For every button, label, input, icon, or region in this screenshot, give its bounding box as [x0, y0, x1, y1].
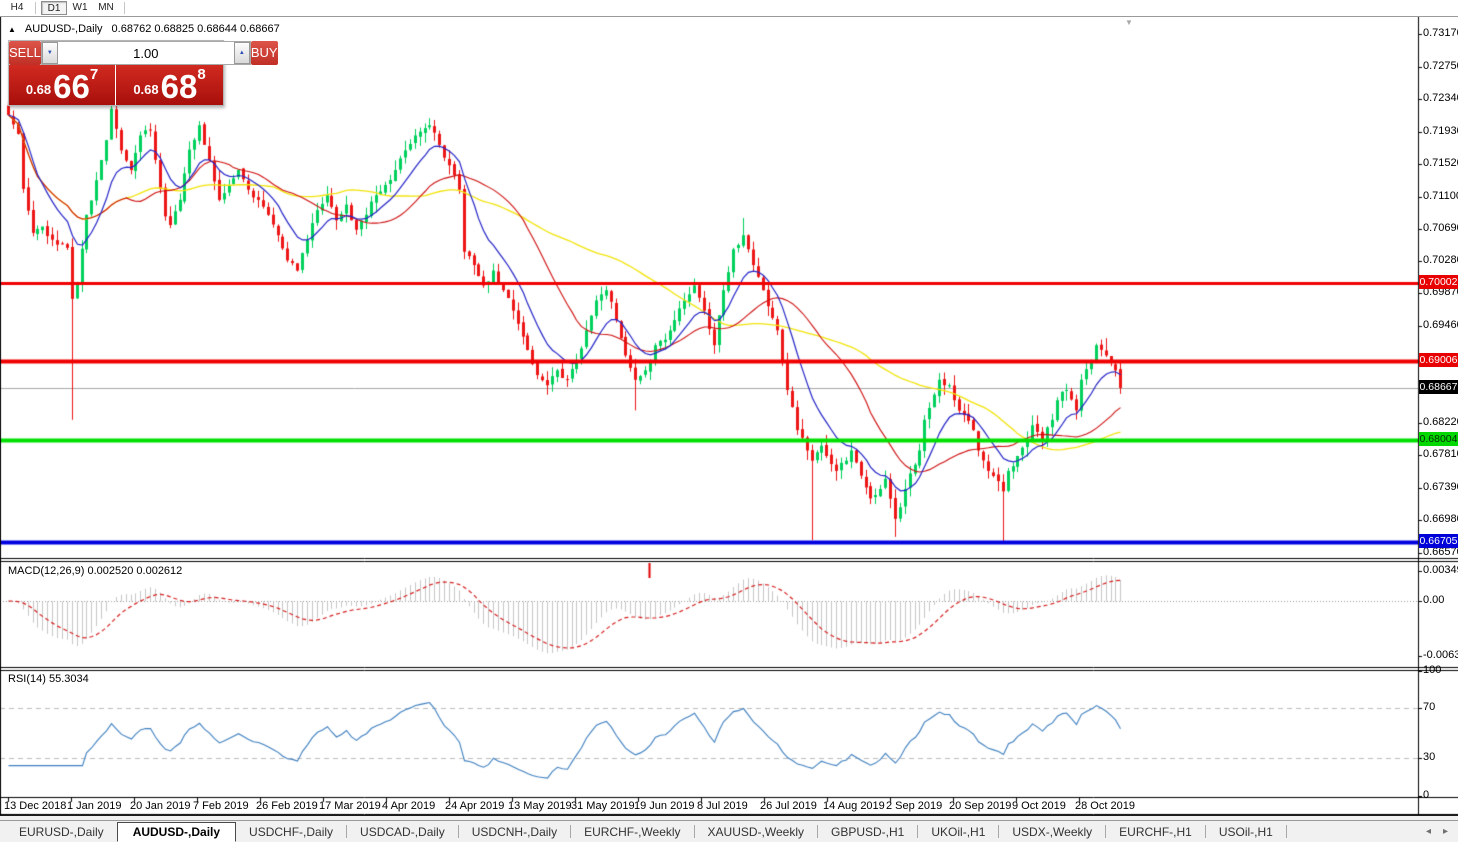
date-axis-label: 17 Mar 2019	[319, 800, 381, 812]
date-axis-label: 4 Apr 2019	[382, 800, 435, 812]
sell-price-pip-digit: 7	[90, 66, 98, 83]
date-axis-label: 20 Jan 2019	[130, 800, 191, 812]
sell-button[interactable]: SELL	[9, 41, 41, 65]
rsi-axis-label: 100	[1423, 664, 1441, 676]
price-axis-label: 0.72750	[1423, 60, 1458, 72]
toolbar-separator	[124, 2, 125, 14]
price-axis-label: 0.73170	[1423, 27, 1458, 39]
rsi-indicator-label: RSI(14) 55.3034	[8, 673, 89, 685]
volume-down-button[interactable]: ▼	[42, 42, 58, 64]
timeframe-button-h4[interactable]: H4	[4, 1, 30, 15]
buy-price-prefix: 0.68	[133, 82, 158, 97]
buy-button[interactable]: BUY	[251, 41, 278, 65]
date-axis-label: 31 May 2019	[571, 800, 635, 812]
sell-price-big-digits: 66	[53, 72, 90, 101]
chart-tab-eurchf-h1[interactable]: EURCHF-,H1	[1106, 822, 1205, 842]
buy-price-pip-digit: 8	[197, 66, 205, 83]
macd-indicator-label: MACD(12,26,9) 0.002520 0.002612	[8, 565, 182, 577]
price-axis-label: 0.72340	[1423, 92, 1458, 104]
chart-tab-eurusd-daily[interactable]: EURUSD-,Daily	[6, 822, 117, 842]
price-chart-canvas[interactable]	[0, 17, 1458, 815]
buy-price-display[interactable]: 0.68 68 8	[116, 65, 223, 105]
date-axis-label: 2 Sep 2019	[886, 800, 942, 812]
timeframe-button-d1[interactable]: D1	[41, 1, 67, 15]
macd-axis-label: 0.00349	[1423, 564, 1458, 576]
chart-tab-gbpusd-h1[interactable]: GBPUSD-,H1	[818, 822, 917, 842]
date-axis-label: 20 Sep 2019	[949, 800, 1011, 812]
date-axis-label: 14 Aug 2019	[823, 800, 885, 812]
date-axis-label: 28 Oct 2019	[1075, 800, 1135, 812]
date-axis-label: 9 Oct 2019	[1012, 800, 1066, 812]
price-level-badge: 0.69006	[1419, 353, 1458, 367]
chart-tab-usoil-h1[interactable]: USOil-,H1	[1206, 822, 1286, 842]
symbol-triangle-icon: ▲	[8, 24, 16, 35]
timeframe-toolbar: H4 D1W1MN	[0, 0, 1458, 17]
volume-input[interactable]	[58, 42, 234, 64]
sell-price-prefix: 0.68	[26, 82, 51, 97]
rsi-axis-label: 30	[1423, 751, 1435, 763]
chart-tab-audusd-daily[interactable]: AUDUSD-,Daily	[117, 822, 236, 842]
timeframe-button-mn[interactable]: MN	[93, 1, 119, 15]
rsi-axis-label: 70	[1423, 701, 1435, 713]
macd-axis-label: -0.00637	[1423, 649, 1458, 661]
volume-stepper: ▼ ▲	[41, 41, 251, 65]
trading-terminal-window: H4 D1W1MN ▲ AUDUSD-,Daily 0.68762 0.68825…	[0, 0, 1458, 842]
chart-tab-usdcnh-daily[interactable]: USDCNH-,Daily	[459, 822, 570, 842]
price-axis-label: 0.70280	[1423, 254, 1458, 266]
tab-scroll-left-button[interactable]: ◂	[1426, 826, 1431, 837]
chart-tab-xauusd-weekly[interactable]: XAUUSD-,Weekly	[695, 822, 817, 842]
current-price-badge: 0.68667	[1419, 380, 1458, 394]
chart-symbol-header: ▲ AUDUSD-,Daily 0.68762 0.68825 0.68644 …	[8, 23, 280, 35]
price-axis-label: 0.71100	[1423, 190, 1458, 202]
date-axis-label: 7 Feb 2019	[193, 800, 249, 812]
price-axis-label: 0.67810	[1423, 448, 1458, 460]
chart-tab-usdchf-daily[interactable]: USDCHF-,Daily	[236, 822, 346, 842]
date-axis-label: 13 May 2019	[508, 800, 572, 812]
buy-price-big-digits: 68	[161, 72, 198, 101]
price-axis-label: 0.71930	[1423, 125, 1458, 137]
chart-tab-eurchf-weekly[interactable]: EURCHF-,Weekly	[571, 822, 693, 842]
date-axis-label: 24 Apr 2019	[445, 800, 504, 812]
chart-tab-usdx-weekly[interactable]: USDX-,Weekly	[999, 822, 1105, 842]
chart-shift-marker-icon[interactable]: ▼	[1125, 18, 1133, 27]
price-axis-label: 0.68220	[1423, 416, 1458, 428]
symbol-ohlc-values: 0.68762 0.68825 0.68644 0.68667	[112, 23, 280, 35]
timeframe-button-w1[interactable]: W1	[67, 1, 93, 15]
price-level-badge: 0.66705	[1419, 534, 1458, 548]
sell-price-display[interactable]: 0.68 66 7	[9, 65, 116, 105]
tab-scroll-right-button[interactable]: ▸	[1443, 826, 1448, 837]
price-axis-label: 0.69460	[1423, 319, 1458, 331]
price-axis-label: 0.66980	[1423, 513, 1458, 525]
price-axis-label: 0.70690	[1423, 222, 1458, 234]
chart-tab-ukoil-h1[interactable]: UKOil-,H1	[918, 822, 998, 842]
date-axis-label: 13 Dec 2018	[4, 800, 66, 812]
symbol-name: AUDUSD-,Daily	[25, 23, 103, 35]
price-level-badge: 0.70002	[1419, 275, 1458, 289]
price-axis-label: 0.71520	[1423, 157, 1458, 169]
date-axis-label: 8 Jul 2019	[697, 800, 748, 812]
macd-axis-label: 0.00	[1423, 594, 1444, 606]
price-axis-label: 0.67390	[1423, 481, 1458, 493]
price-level-badge: 0.68004	[1419, 432, 1458, 446]
trade-panel: SELL ▼ ▲ BUY 0.68 66 7 0.68 68 8	[8, 40, 224, 106]
toolbar-separator	[35, 2, 36, 14]
chart-tab-bar: EURUSD-,DailyAUDUSD-,DailyUSDCHF-,DailyU…	[0, 820, 1458, 842]
date-axis-label: 19 Jun 2019	[634, 800, 695, 812]
date-axis-label: 26 Jul 2019	[760, 800, 817, 812]
date-axis-label: 1 Jan 2019	[67, 800, 121, 812]
rsi-axis-label: 0	[1423, 789, 1429, 801]
chart-tab-usdcad-daily[interactable]: USDCAD-,Daily	[347, 822, 458, 842]
volume-up-button[interactable]: ▲	[234, 42, 250, 64]
date-axis-label: 26 Feb 2019	[256, 800, 318, 812]
tab-separator	[1286, 825, 1287, 838]
